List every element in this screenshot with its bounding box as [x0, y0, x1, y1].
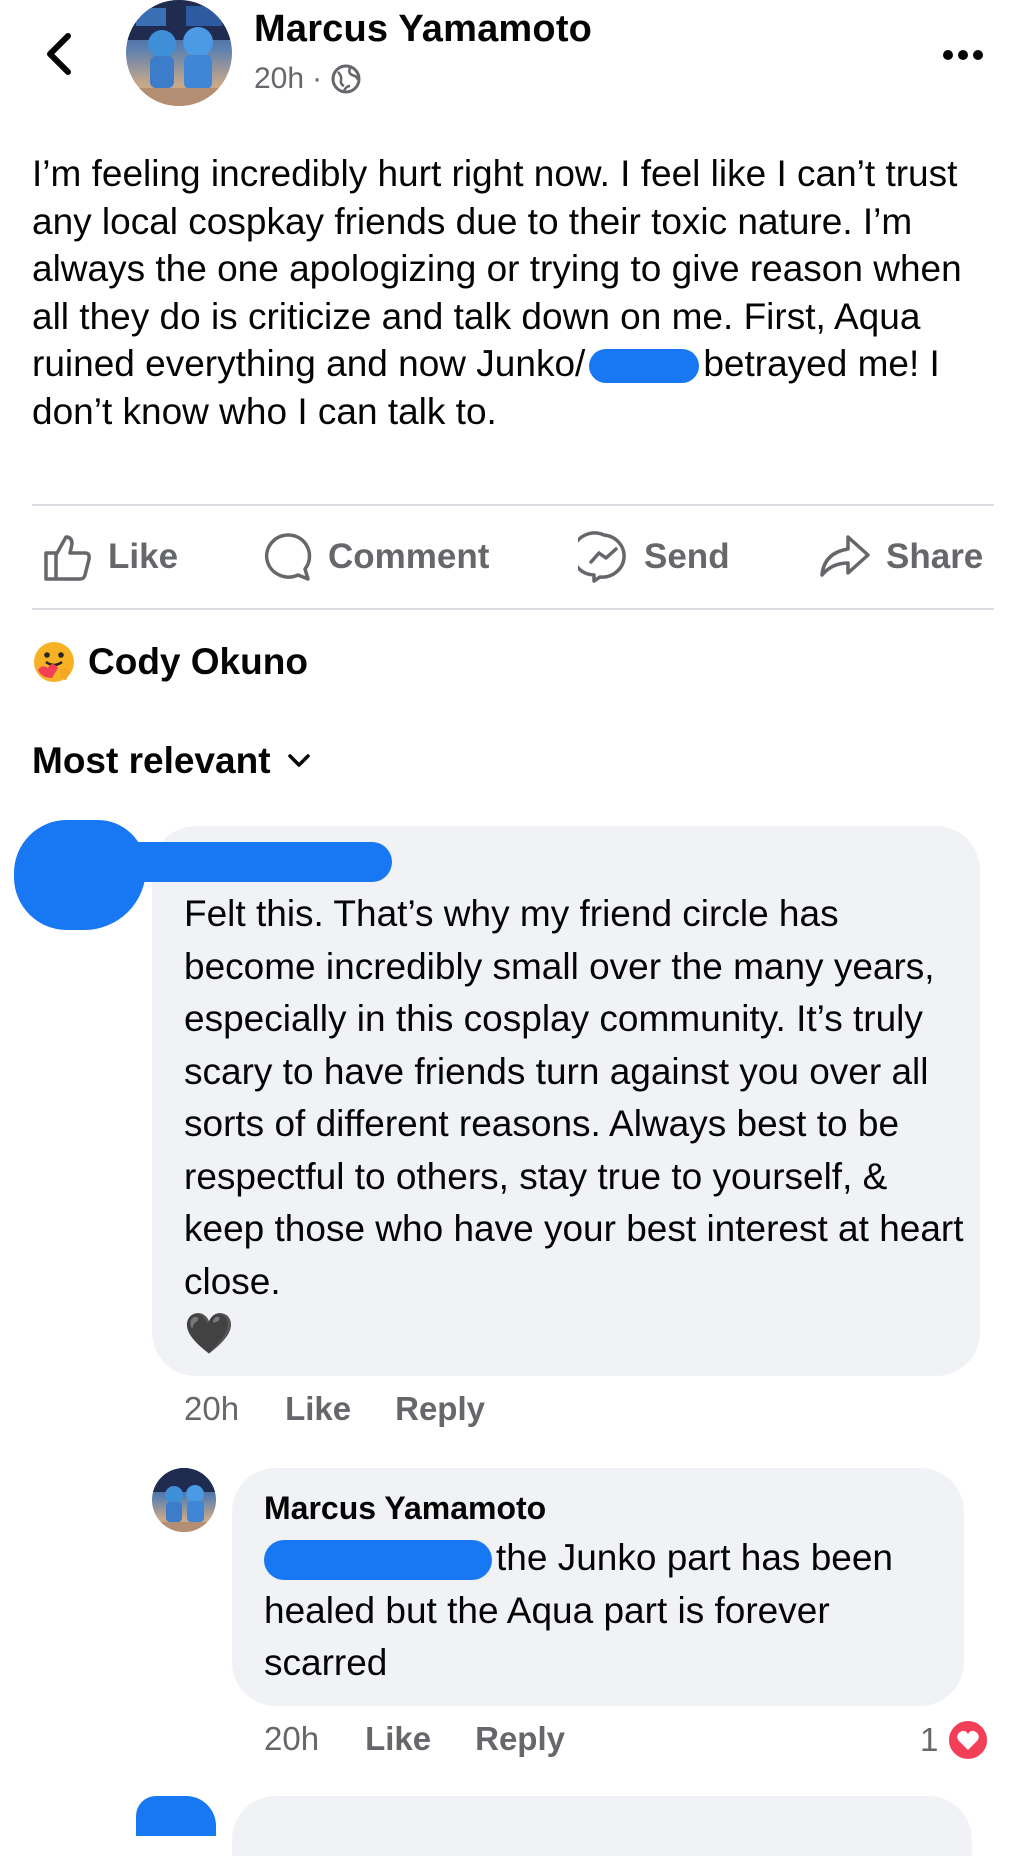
heart-reaction-icon — [947, 1719, 990, 1761]
reply-author-avatar[interactable] — [152, 1468, 216, 1532]
post-time[interactable]: 20h — [254, 62, 304, 96]
more-options-icon[interactable] — [940, 38, 986, 72]
next-comment-bubble[interactable] — [232, 1796, 972, 1856]
chevron-down-icon — [287, 754, 310, 767]
post-body: I’m feeling incredibly hurt right now. I… — [32, 150, 992, 435]
like-button[interactable]: Like — [42, 534, 179, 581]
reply-like-button[interactable]: Like — [365, 1720, 431, 1758]
author-avatar[interactable] — [126, 0, 232, 106]
send-label: Send — [644, 537, 730, 576]
reaction-count: 1 — [920, 1721, 939, 1758]
comment-icon — [264, 533, 312, 581]
reply-meta: 20h Like Reply — [264, 1720, 565, 1758]
reply-text: the Junko part has been healed but the A… — [264, 1532, 954, 1690]
post-author-name[interactable]: Marcus Yamamoto — [254, 8, 592, 51]
comment-time[interactable]: 20h — [184, 1390, 239, 1428]
back-arrow-icon[interactable] — [38, 22, 82, 86]
post-text-junko: Junko/ — [476, 343, 586, 384]
globe-icon — [331, 64, 361, 94]
divider-top — [32, 504, 994, 506]
send-button[interactable]: Send — [578, 531, 730, 583]
share-label: Share — [886, 537, 984, 576]
comment-meta: 20h Like Reply — [184, 1390, 485, 1428]
divider-bottom — [32, 608, 994, 610]
meta-separator: · — [312, 62, 323, 95]
reactor-name: Cody Okuno — [88, 641, 308, 682]
comment-sort-dropdown[interactable]: Most relevant — [32, 740, 311, 782]
reply-reply-button[interactable]: Reply — [475, 1720, 565, 1758]
sort-label: Most relevant — [32, 740, 271, 781]
comment-text: Felt this. That’s why my friend circle h… — [184, 888, 974, 1360]
reaction-summary[interactable]: Cody Okuno — [32, 640, 308, 684]
comment-label: Comment — [328, 537, 490, 576]
care-reaction-icon — [34, 642, 74, 682]
redacted-mention — [264, 1540, 492, 1581]
like-label: Like — [108, 537, 179, 576]
comment-body: Felt this. That’s why my friend circle h… — [184, 893, 964, 1302]
comment-like-button[interactable]: Like — [285, 1390, 351, 1428]
reply-author-name[interactable]: Marcus Yamamoto — [264, 1490, 546, 1527]
reply-time[interactable]: 20h — [264, 1720, 319, 1758]
redacted-commenter-name — [96, 842, 392, 882]
comment-reply-button[interactable]: Reply — [395, 1390, 485, 1428]
post-meta: 20h · — [254, 62, 362, 96]
redacted-next-avatar — [136, 1796, 216, 1836]
thumbs-up-icon — [44, 535, 91, 581]
reply-reaction-count[interactable]: 1 — [920, 1718, 990, 1762]
comment-button[interactable]: Comment — [262, 533, 490, 581]
black-heart-emoji: 🖤 — [184, 1312, 234, 1356]
share-icon — [820, 535, 870, 577]
share-button[interactable]: Share — [818, 534, 983, 580]
redaction-mark — [589, 349, 700, 384]
messenger-icon — [578, 531, 626, 583]
